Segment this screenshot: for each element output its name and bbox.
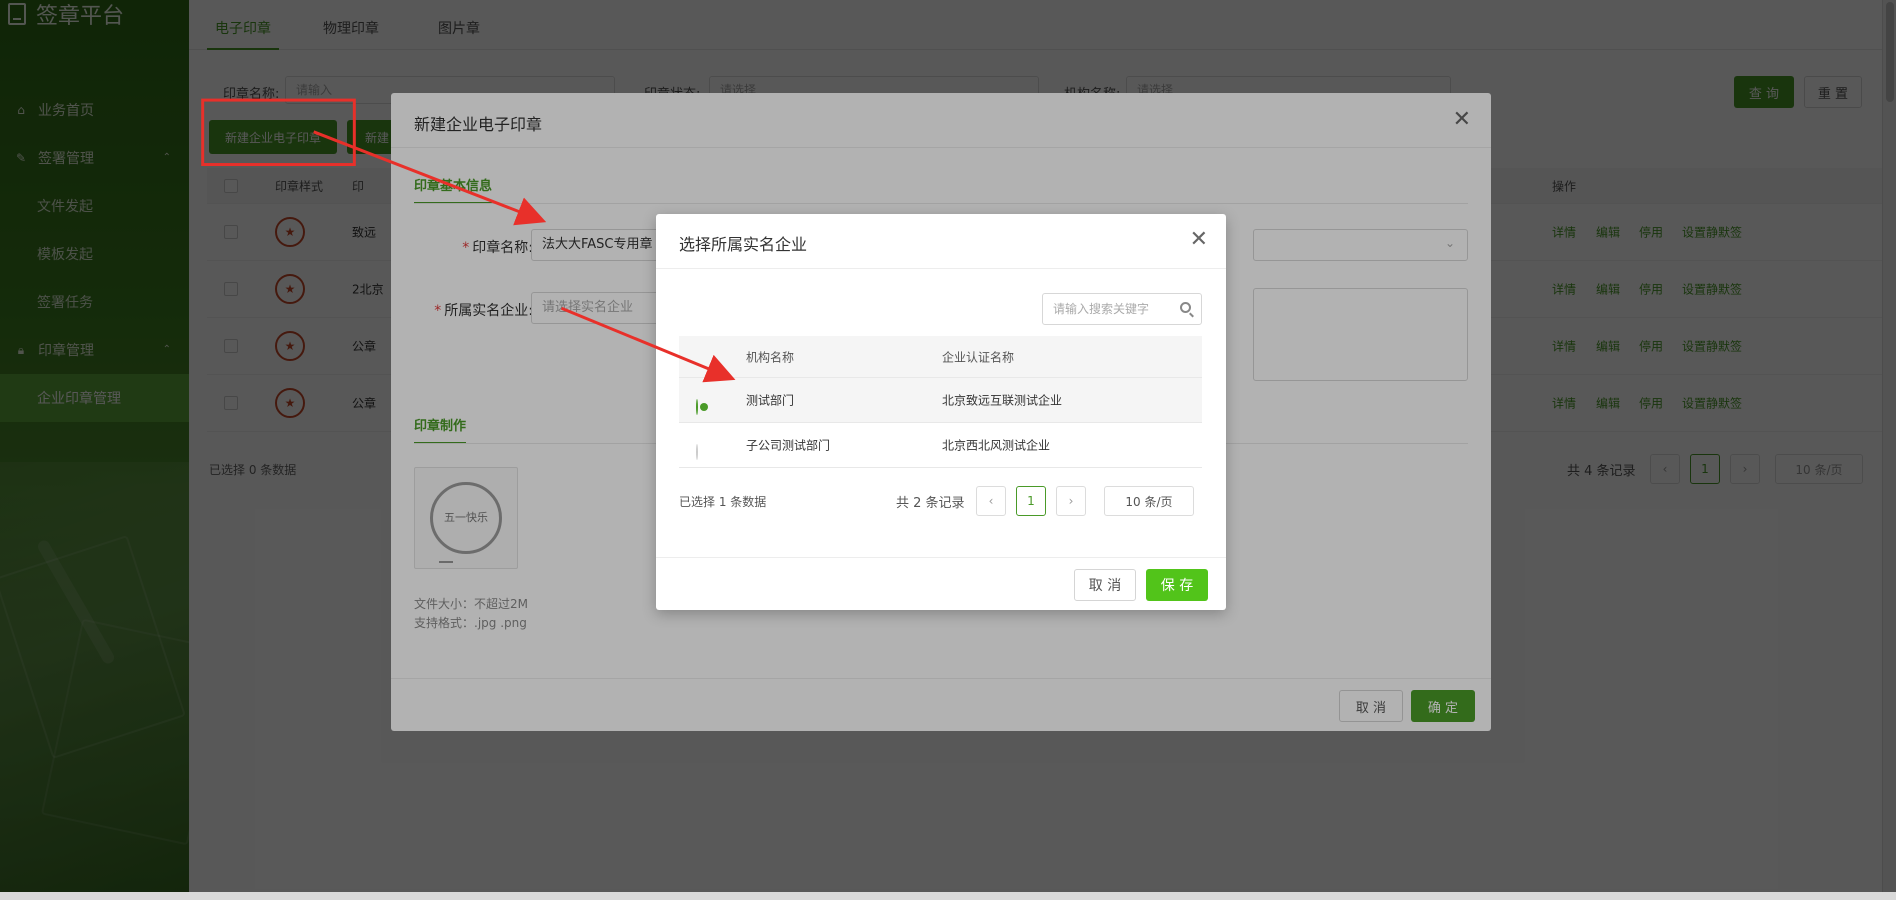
bottom-strip	[0, 892, 1896, 900]
next-page-button[interactable]: ›	[1056, 486, 1086, 516]
dialog-title: 选择所属实名企业	[679, 235, 808, 254]
table-row[interactable]: 子公司测试部门 北京西北风测试企业	[679, 423, 1202, 468]
total-records: 共 2 条记录	[896, 496, 965, 511]
prev-page-button[interactable]: ‹	[976, 486, 1006, 516]
row-radio[interactable]	[696, 399, 698, 415]
select-company-dialog: 选择所属实名企业 ✕ 请输入搜索关键字 机构名称 企业认证名称 测试部门 北京致…	[656, 214, 1226, 610]
close-icon[interactable]: ✕	[1190, 227, 1208, 252]
company-table: 机构名称 企业认证名称 测试部门 北京致远互联测试企业 子公司测试部门 北京西北…	[679, 336, 1202, 468]
table-row[interactable]: 测试部门 北京致远互联测试企业	[679, 378, 1202, 423]
page-size-select[interactable]: 10 条/页	[1104, 486, 1194, 516]
table-header: 机构名称 企业认证名称	[679, 336, 1202, 378]
search-icon	[1180, 302, 1191, 313]
cancel-button[interactable]: 取 消	[1074, 569, 1136, 601]
page-number[interactable]: 1	[1016, 486, 1046, 516]
row-radio[interactable]	[696, 444, 698, 460]
selected-count: 已选择 1 条数据	[679, 495, 767, 509]
save-button[interactable]: 保 存	[1146, 569, 1208, 601]
search-input[interactable]: 请输入搜索关键字	[1042, 293, 1202, 325]
